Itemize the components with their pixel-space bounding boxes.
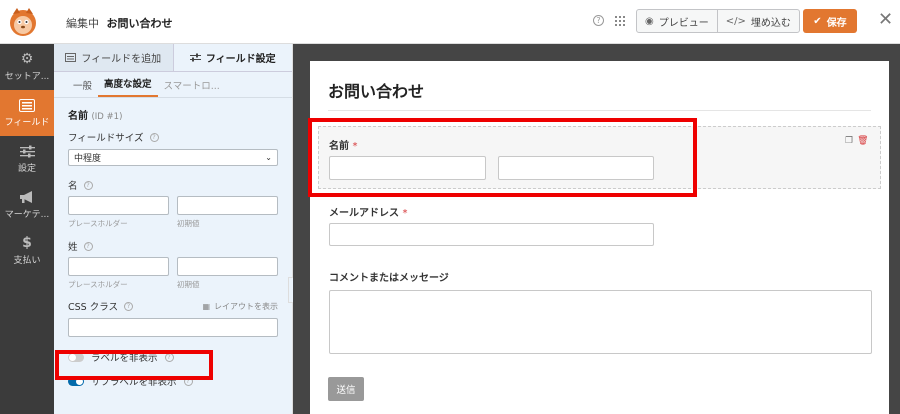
last-default-input[interactable] <box>177 257 278 276</box>
megaphone-icon <box>20 191 32 203</box>
title-divider <box>328 110 871 111</box>
sidebar-item-payments[interactable]: $ 支払い <box>0 228 54 274</box>
form-name: お問い合わせ <box>106 17 173 30</box>
subtab-general[interactable]: 一般 <box>67 78 98 97</box>
tab-label: フィールド設定 <box>205 54 276 65</box>
default-sublabel: 初期値 <box>177 280 200 289</box>
editing-label: 編集中 <box>66 17 99 30</box>
subtab-advanced[interactable]: 高度な設定 <box>98 76 158 97</box>
first-name-label: 名 <box>68 181 78 192</box>
field-actions: ❐ 🗑 <box>845 136 869 146</box>
sidebar-item-label: 支払い <box>13 256 41 266</box>
field-size-select[interactable]: 中程度 ⌄ <box>68 149 278 166</box>
sidebar-item-label: フィールド <box>4 117 50 128</box>
comment-textarea[interactable] <box>329 290 872 354</box>
field-size-label: フィールドサイズ <box>68 133 144 144</box>
builder-sidebar: ⚙ セットア... フィールド 設定 マーケテ... $ 支払い <box>0 44 54 414</box>
submit-button[interactable]: 送信 <box>328 377 364 401</box>
email-label-text: メールアドレス <box>329 208 399 219</box>
sliders-icon <box>189 53 201 62</box>
panel-tabs: フィールドを追加 フィールド設定 <box>54 44 292 72</box>
placeholder-sublabel: プレースホルダー <box>68 219 128 228</box>
required-mark: * <box>402 208 408 219</box>
default-sublabel: 初期値 <box>177 219 200 228</box>
sidebar-item-setup[interactable]: ⚙ セットア... <box>0 44 54 90</box>
help-icon[interactable]: ? <box>593 15 604 26</box>
tab-add-fields[interactable]: フィールドを追加 <box>54 44 173 71</box>
form-heading: 編集中 お問い合わせ <box>66 15 173 31</box>
sidebar-item-marketing[interactable]: マーケテ... <box>0 182 54 228</box>
sidebar-item-label: 設定 <box>17 163 36 174</box>
first-name-row: 名 ? <box>68 178 278 192</box>
css-class-input[interactable] <box>68 318 278 337</box>
check-icon: ✔ <box>813 15 822 27</box>
show-layouts-link[interactable]: ▦ レイアウトを表示 <box>202 301 278 312</box>
embed-button[interactable]: </> 埋め込む <box>716 10 799 32</box>
save-button[interactable]: ✔ 保存 <box>803 9 857 33</box>
duplicate-icon[interactable]: ❐ <box>845 136 853 146</box>
code-icon: </> <box>725 15 746 27</box>
css-class-row: CSS クラス ? <box>68 299 134 313</box>
layout-grid-icon: ▦ <box>202 301 210 311</box>
comment-field-label: コメントまたはメッセージ <box>329 273 449 284</box>
highlight-name-field <box>308 118 697 197</box>
field-size-row: フィールドサイズ ? <box>68 130 278 144</box>
sidebar-item-fields[interactable]: フィールド <box>0 90 54 136</box>
first-placeholder-input[interactable] <box>68 196 169 215</box>
help-icon[interactable]: ? <box>149 132 159 142</box>
preview-button[interactable]: ◉ プレビュー <box>637 10 717 32</box>
option-subtabs: 一般 高度な設定 スマートロ... <box>54 72 292 98</box>
help-icon[interactable]: ? <box>83 241 93 251</box>
grid-icon[interactable] <box>614 15 625 26</box>
wpforms-logo-icon <box>10 8 36 36</box>
chevron-down-icon: ⌄ <box>265 153 272 162</box>
last-placeholder-input[interactable] <box>68 257 169 276</box>
close-icon[interactable]: ✕ <box>878 10 893 30</box>
form-preview: お問い合わせ ❐ 🗑 名前 * メールアドレス * コメントまたはメッセージ 送… <box>310 61 889 414</box>
list-icon <box>65 53 77 62</box>
field-heading: 名前 (ID #1) <box>68 107 278 122</box>
last-name-label: 姓 <box>68 242 78 253</box>
layout-link-label: レイアウトを表示 <box>214 301 278 311</box>
field-id: (ID #1) <box>91 112 123 122</box>
placeholder-sublabel: プレースホルダー <box>68 280 128 289</box>
sidebar-item-settings[interactable]: 設定 <box>0 136 54 182</box>
sidebar-item-label: マーケテ... <box>4 210 50 220</box>
highlight-hide-sublabel <box>55 350 213 380</box>
dollar-icon: $ <box>22 235 32 251</box>
preview-embed-group: ◉ プレビュー </> 埋め込む <box>636 9 800 33</box>
preview-label: プレビュー <box>658 17 709 29</box>
fields-icon <box>19 98 35 112</box>
gear-icon: ⚙ <box>20 51 34 67</box>
first-default-input[interactable] <box>177 196 278 215</box>
tab-label: フィールドを追加 <box>81 54 162 65</box>
sliders-icon <box>19 145 35 157</box>
tab-field-options[interactable]: フィールド設定 <box>172 44 292 71</box>
field-title: 名前 <box>68 111 88 122</box>
css-class-label: CSS クラス <box>68 302 119 313</box>
help-icon[interactable]: ? <box>83 180 93 190</box>
email-field-label: メールアドレス * <box>329 204 407 219</box>
help-icon[interactable]: ? <box>124 301 134 311</box>
sidebar-item-label: セットア... <box>4 72 50 82</box>
embed-label: 埋め込む <box>750 17 791 29</box>
eye-icon: ◉ <box>645 15 654 27</box>
preview-form-title: お問い合わせ <box>328 82 425 101</box>
trash-icon[interactable]: 🗑 <box>857 136 868 146</box>
save-label: 保存 <box>826 17 847 29</box>
top-bar: 編集中 お問い合わせ ? ◉ プレビュー </> 埋め込む ✔ 保存 ✕ <box>0 0 900 44</box>
last-name-row: 姓 ? <box>68 239 278 253</box>
subtab-smart-logic[interactable]: スマートロ... <box>158 78 226 97</box>
email-input[interactable] <box>329 223 654 246</box>
field-size-value: 中程度 <box>74 154 102 164</box>
